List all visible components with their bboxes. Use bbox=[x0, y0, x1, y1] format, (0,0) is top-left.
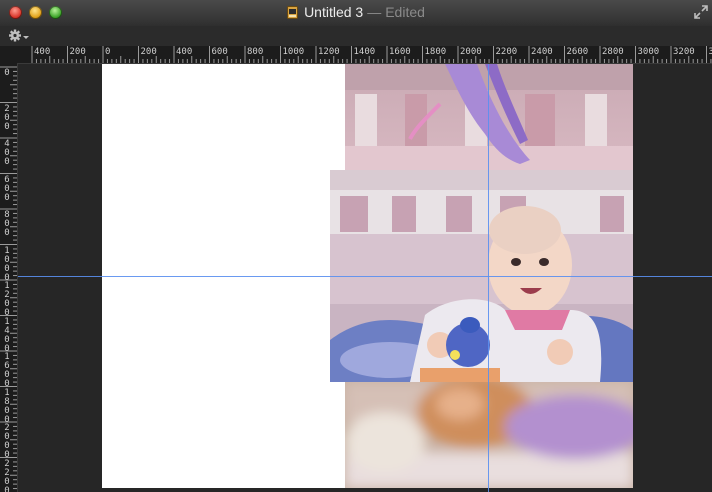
vertical-guide[interactable] bbox=[488, 64, 489, 492]
toy-photo bbox=[345, 64, 633, 170]
photo-blur-layer[interactable] bbox=[345, 382, 633, 488]
ruler-label: 1200 bbox=[318, 47, 340, 57]
blurred-photo bbox=[345, 382, 633, 488]
ruler-label: 1400 bbox=[353, 47, 376, 57]
ruler-label: 600 bbox=[211, 47, 228, 57]
edited-status: Edited bbox=[385, 4, 425, 20]
ruler-label: 1 2 0 0 bbox=[4, 281, 10, 318]
ruler-label: 1 4 0 0 bbox=[4, 316, 10, 354]
ruler-label: 1 6 0 0 bbox=[4, 352, 10, 389]
document-icon bbox=[287, 6, 299, 19]
ruler-corner bbox=[0, 46, 19, 64]
ruler-label: 200 bbox=[140, 47, 157, 57]
canvas-area[interactable] bbox=[18, 64, 712, 492]
ruler-label: 1600 bbox=[389, 47, 411, 57]
ruler-label: 0 bbox=[105, 47, 111, 57]
ruler-label: 400 bbox=[34, 47, 51, 57]
ruler-label: 4 0 0 bbox=[4, 139, 10, 167]
title-bar[interactable]: Untitled 3— Edited bbox=[0, 0, 712, 27]
ruler-label: 2600 bbox=[566, 47, 589, 57]
ruler-label: 2 2 0 0 bbox=[4, 458, 10, 492]
ruler-label: 1 0 0 0 bbox=[4, 245, 10, 283]
ruler-label: 3 bbox=[709, 47, 712, 57]
ruler-label: 2 0 0 bbox=[4, 103, 10, 132]
ruler-label: 2800 bbox=[602, 47, 624, 57]
fullscreen-icon[interactable] bbox=[694, 5, 708, 19]
vertical-ruler[interactable]: 0 2 0 0 4 0 0 6 0 0 8 0 0 1 0 0 01 2 0 01 4 0… bbox=[0, 63, 18, 492]
horizontal-ruler[interactable]: 400 200 0 200 400 600 800 1000 1200 1400 1600 1800 2… bbox=[18, 46, 712, 64]
title-separator: — bbox=[367, 4, 382, 20]
ruler-label: 6 0 0 bbox=[4, 174, 10, 203]
window-title: Untitled 3— Edited bbox=[0, 4, 712, 20]
ruler-label: 1 8 0 0 bbox=[4, 387, 10, 425]
ruler-label: 3000 bbox=[637, 47, 660, 57]
ruler-label: 1800 bbox=[424, 47, 447, 57]
ruler-label: 2 0 0 0 bbox=[4, 423, 10, 460]
toolbar bbox=[0, 26, 712, 47]
gear-icon[interactable] bbox=[8, 28, 34, 43]
ruler-label: 2200 bbox=[495, 47, 518, 57]
title-text: Untitled 3 bbox=[304, 4, 364, 20]
ruler-label: 2400 bbox=[531, 47, 553, 57]
horizontal-guide[interactable] bbox=[18, 276, 712, 277]
ruler-label: 2000 bbox=[460, 47, 482, 57]
ruler-label: 8 0 0 bbox=[4, 210, 10, 238]
ruler-label: 800 bbox=[247, 47, 264, 57]
ruler-label: 200 bbox=[69, 47, 86, 57]
photo-toy-layer[interactable] bbox=[345, 64, 633, 170]
ruler-label: 400 bbox=[176, 47, 193, 57]
ruler-label: 1000 bbox=[282, 47, 305, 57]
ruler-label: 0 bbox=[4, 68, 10, 78]
ruler-label: 3200 bbox=[673, 47, 695, 57]
app-window: Untitled 3— Edited 400 200 0 200 400 600… bbox=[0, 0, 712, 492]
